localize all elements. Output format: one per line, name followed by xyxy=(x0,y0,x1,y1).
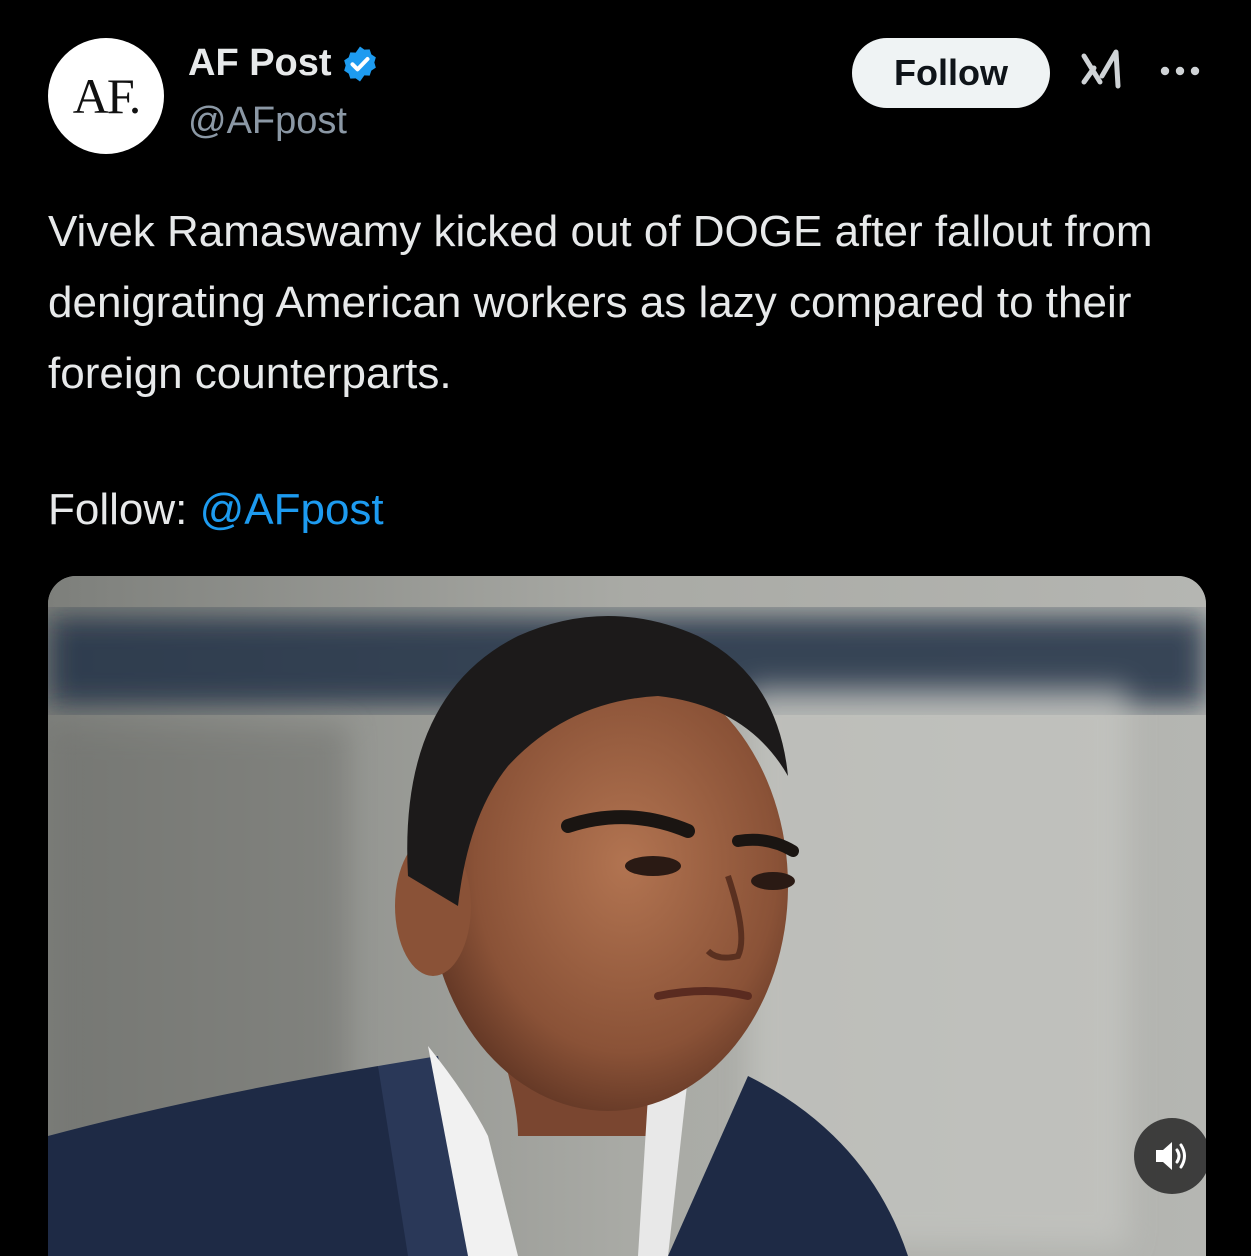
avatar-logo-text: AF. xyxy=(72,68,141,124)
follow-button[interactable]: Follow xyxy=(852,38,1050,108)
author-handle[interactable]: @AFpost xyxy=(188,100,347,143)
volume-button[interactable] xyxy=(1134,1118,1206,1194)
author-name[interactable]: AF Post xyxy=(188,42,332,85)
follow-line: Follow: @AFpost xyxy=(48,474,384,545)
author-name-row[interactable]: AF Post xyxy=(188,42,380,85)
more-options-icon[interactable] xyxy=(1158,60,1202,82)
grok-icon[interactable] xyxy=(1078,46,1124,92)
follow-prefix: Follow: xyxy=(48,485,200,534)
portrait-photo xyxy=(48,576,1206,1256)
mention-link[interactable]: @AFpost xyxy=(200,485,384,534)
author-avatar[interactable]: AF. xyxy=(48,38,164,154)
post-text: Vivek Ramaswamy kicked out of DOGE after… xyxy=(48,207,1153,398)
media-video[interactable] xyxy=(48,576,1206,1256)
volume-icon xyxy=(1156,1142,1186,1170)
verified-badge-icon xyxy=(343,46,376,81)
